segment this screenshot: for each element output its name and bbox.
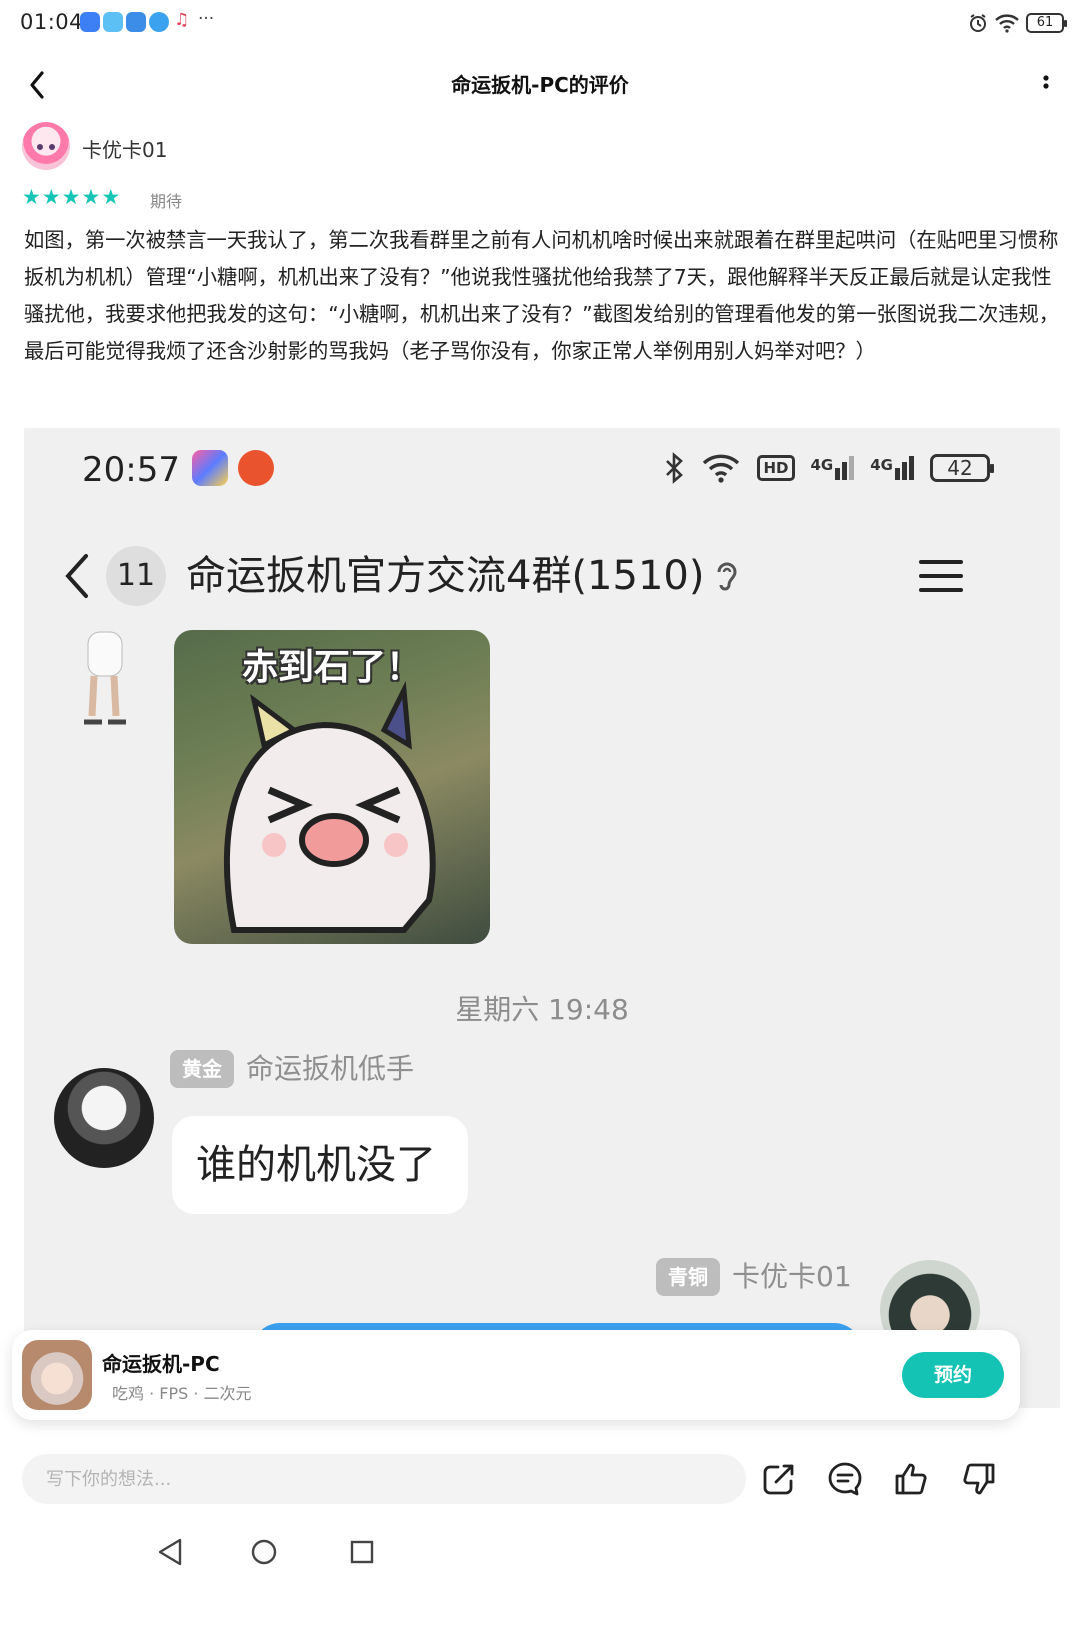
signal-indicator: 4G <box>811 456 855 480</box>
comment-icon[interactable] <box>826 1460 864 1498</box>
game-card[interactable]: 命运扳机-PC 吃鸡 · FPS · 二次元 预约 <box>12 1330 1020 1420</box>
wifi-icon <box>703 454 740 483</box>
chat-message-bubble: 谁的机机没了 <box>172 1116 468 1214</box>
alarm-icon <box>970 14 986 32</box>
app-notification-icon <box>80 12 100 32</box>
screenshot-battery: 42 <box>930 454 994 482</box>
thumbs-up-icon[interactable] <box>892 1460 930 1498</box>
system-nav-bar <box>0 1520 1080 1643</box>
star-icon: ★ <box>81 185 101 209</box>
unread-count-badge: 11 <box>106 546 166 606</box>
sender-avatar <box>54 1068 154 1168</box>
sender-avatar-figure <box>84 631 126 725</box>
star-icon: ★ <box>41 185 61 209</box>
status-right: 61 <box>968 8 1067 38</box>
sticker-image: 赤到石了！ <box>174 630 490 944</box>
more-vertical-icon[interactable] <box>1016 63 1060 107</box>
signal-indicator: 4G <box>870 456 914 480</box>
game-tags: 吃鸡 · FPS · 二次元 <box>112 1384 252 1403</box>
app-notification-icon <box>238 450 274 486</box>
rating-stars: ★ ★ ★ ★ ★ <box>22 186 120 208</box>
reserve-button[interactable]: 预约 <box>902 1352 1004 1398</box>
app-notification-icon <box>126 12 146 32</box>
comment-bar <box>0 1440 1080 1520</box>
music-icon: ♫ <box>174 10 190 30</box>
member-level-badge: 黄金 <box>170 1050 234 1088</box>
hamburger-menu-icon <box>919 560 963 592</box>
wifi-icon <box>995 14 1019 33</box>
share-icon[interactable] <box>760 1460 798 1498</box>
star-icon: ★ <box>61 185 81 209</box>
chat-back-icon <box>65 554 88 598</box>
star-icon: ★ <box>22 185 41 209</box>
app-notification-icon <box>149 12 169 32</box>
member-level-badge: 青铜 <box>656 1258 720 1296</box>
game-icon <box>22 1340 92 1410</box>
title-bar: 命运扳机-PC的评价 <box>0 55 1080 115</box>
review-text: 如图，第一次被禁言一天我认了，第二次我看群里之前有人问机机啥时候出来就跟着在群里… <box>24 228 1060 363</box>
app-notification-icon <box>192 450 228 486</box>
star-icon: ★ <box>101 185 121 209</box>
chat-date-divider: 星期六 19:48 <box>455 993 629 1026</box>
status-time: 01:04 <box>20 10 84 34</box>
battery-indicator: 61 <box>1026 13 1067 33</box>
page-title: 命运扳机-PC的评价 <box>451 73 629 97</box>
sender-name: 命运扳机低手 <box>246 1052 415 1085</box>
sender-name: 卡优卡01 <box>732 1260 852 1293</box>
comment-input[interactable] <box>22 1454 746 1504</box>
nav-home-icon[interactable] <box>244 1532 284 1572</box>
rating-label: 期待 <box>150 192 183 211</box>
reviewer-name[interactable]: 卡优卡01 <box>82 134 167 163</box>
app-notification-icon <box>103 12 123 32</box>
ghost-sticker-figure <box>223 681 436 933</box>
group-chat-title: 命运扳机官方交流4群(1510) <box>186 553 705 599</box>
status-bar: 01:04 ♫ ··· 61 <box>0 0 1080 48</box>
thumbs-down-icon[interactable] <box>960 1460 998 1498</box>
hd-voice-badge: HD <box>757 455 795 481</box>
more-notifications-indicator: ··· <box>198 9 215 29</box>
screenshot-status-time: 20:57 <box>82 450 180 490</box>
reviewer-avatar[interactable] <box>22 122 70 170</box>
review-image[interactable]: 20:57 HD 4G 4G 42 11 命运扳机官方交流4群(1510) 赤到… <box>24 428 1060 1408</box>
screenshot-status-right: HD 4G 4G 42 <box>663 452 994 484</box>
nav-recents-icon[interactable] <box>342 1532 382 1572</box>
ear-icon <box>717 562 737 591</box>
game-name: 命运扳机-PC <box>102 1352 220 1376</box>
bluetooth-icon <box>666 452 684 484</box>
nav-back-icon[interactable] <box>150 1532 190 1572</box>
